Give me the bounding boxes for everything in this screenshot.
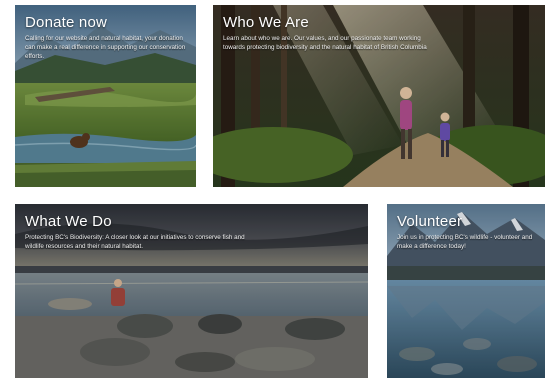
volunteer-text: Volunteer Join us in protecting BC's wil…	[387, 204, 545, 260]
what-we-do-card[interactable]: What We Do Protecting BC's Biodiversity:…	[15, 204, 368, 378]
card-title: Who We Are	[223, 14, 309, 31]
card-description: Calling for our website and natural habi…	[25, 35, 186, 60]
what-we-do-text: What We Do Protecting BC's Biodiversity:…	[15, 204, 368, 260]
card-description: Protecting BC's Biodiversity: A closer l…	[25, 234, 245, 250]
card-title: Volunteer	[397, 213, 463, 230]
who-we-are-card[interactable]: Who We Are Learn about who we are. Our v…	[213, 5, 545, 187]
donate-now-text: Donate now Calling for our website and n…	[15, 5, 196, 70]
card-description: Learn about who we are. Our values, and …	[223, 35, 427, 51]
donate-now-card[interactable]: Donate now Calling for our website and n…	[15, 5, 196, 187]
card-title: Donate now	[25, 14, 108, 31]
who-we-are-text: Who We Are Learn about who we are. Our v…	[213, 5, 545, 61]
volunteer-card[interactable]: Volunteer Join us in protecting BC's wil…	[387, 204, 545, 378]
card-title: What We Do	[25, 213, 112, 230]
card-description: Join us in protecting BC's wildlife - vo…	[397, 234, 533, 250]
